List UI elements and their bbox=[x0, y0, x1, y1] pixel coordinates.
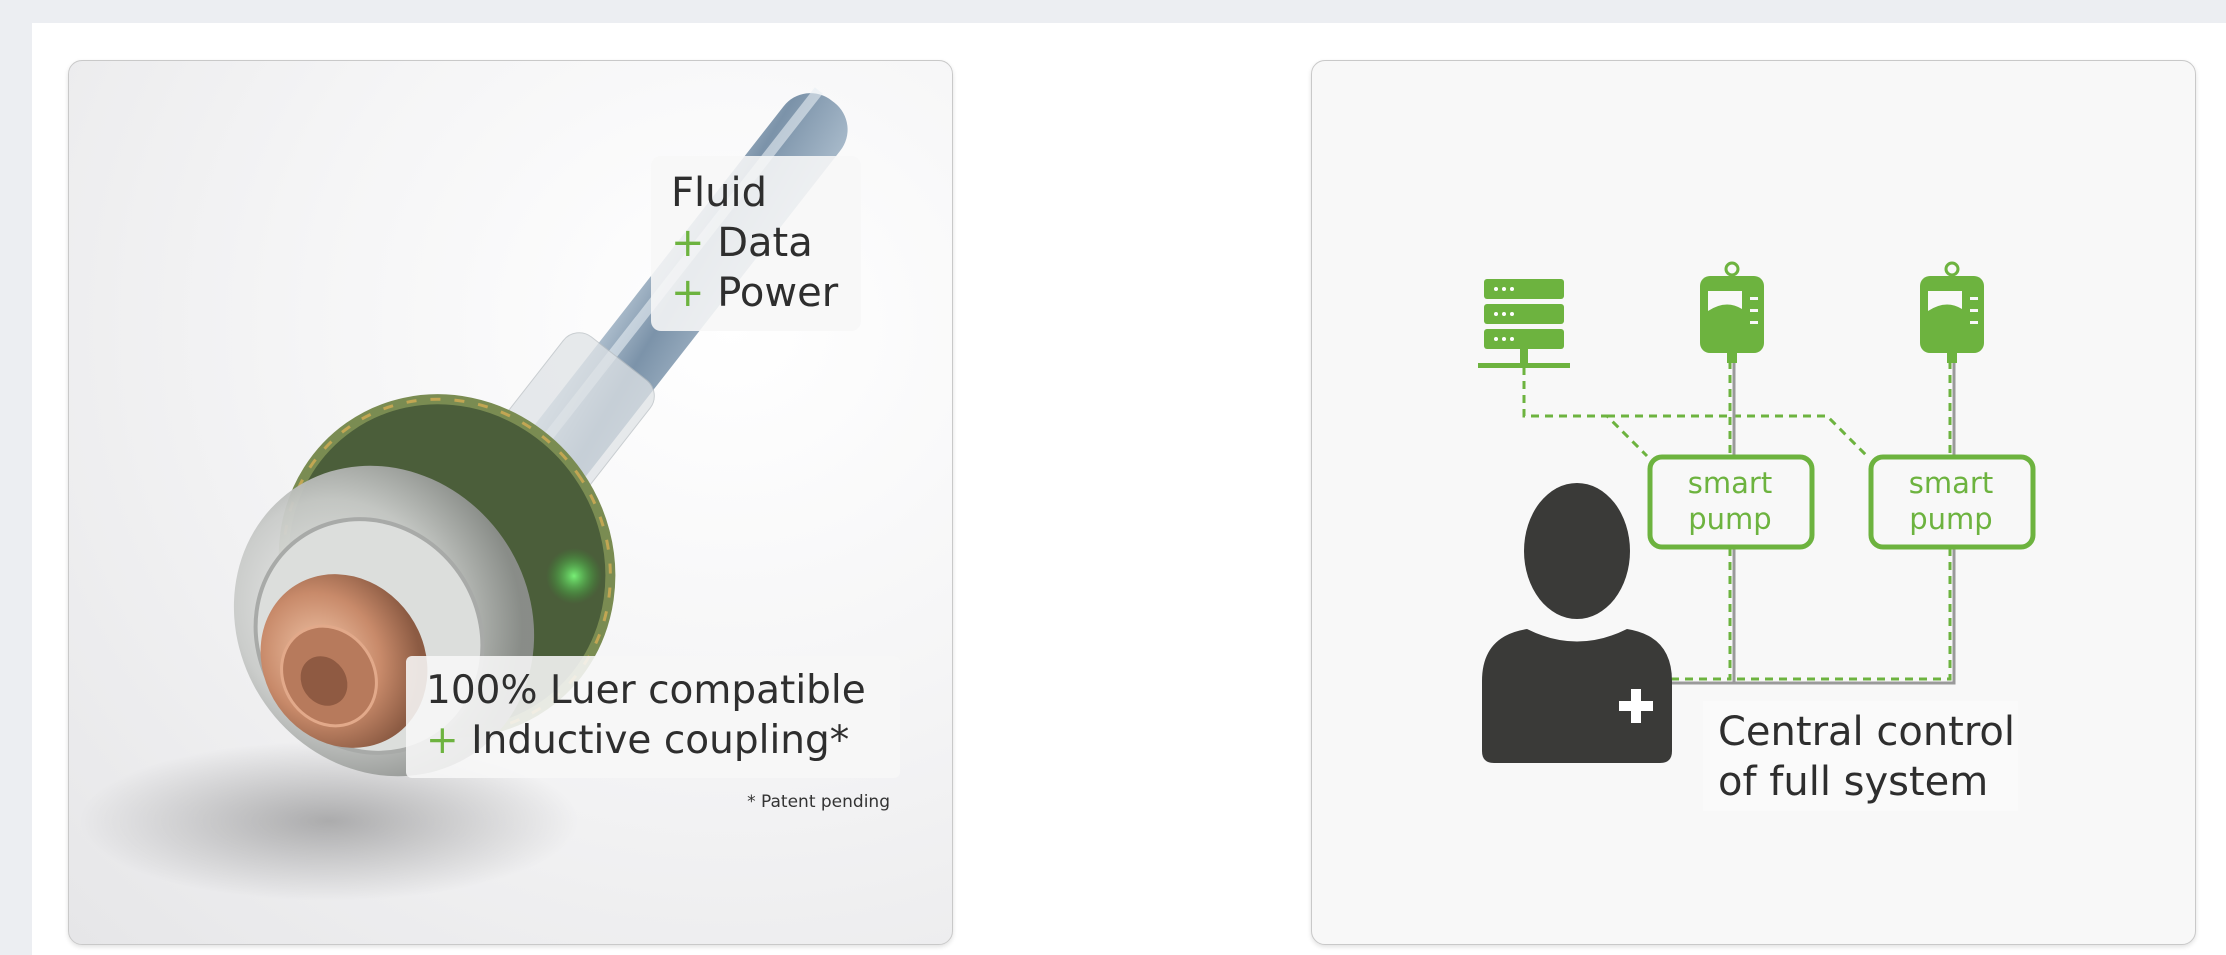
inductive-line: + Inductive coupling* bbox=[426, 716, 849, 766]
smart-pump-label: smart pump bbox=[1871, 465, 2031, 537]
patent-footnote: * Patent pending bbox=[747, 792, 890, 812]
caption-line-1: Central control bbox=[1718, 709, 2016, 755]
inductive-text: Inductive coupling* bbox=[471, 718, 850, 763]
smart-pump-label: smart pump bbox=[1650, 465, 1810, 537]
plus-sign: + bbox=[671, 220, 705, 266]
clinician-icon bbox=[1482, 483, 1672, 763]
iv-bag-icon bbox=[1920, 261, 1984, 363]
fluid-data-power-label: Fluid + Data + Power bbox=[651, 156, 861, 331]
pump-line-2: pump bbox=[1688, 502, 1772, 536]
pump-line-1: smart bbox=[1687, 466, 1773, 500]
plus-sign: + bbox=[671, 270, 705, 316]
pump-line-1: smart bbox=[1908, 466, 1994, 500]
luer-line: 100% Luer compatible bbox=[426, 668, 866, 713]
power-text: Power bbox=[717, 270, 839, 316]
central-control-caption: Central control of full system bbox=[1703, 701, 2018, 811]
luer-compatible-label: 100% Luer compatible + Inductive couplin… bbox=[406, 656, 900, 778]
pump-line-2: pump bbox=[1909, 502, 1993, 536]
caption-line-2: of full system bbox=[1718, 759, 1989, 805]
system-diagram-card: smart pump smart pump Central control of… bbox=[1311, 60, 2196, 945]
plus-sign: + bbox=[426, 718, 459, 763]
fluid-line: Fluid bbox=[671, 170, 767, 216]
data-line: + Data bbox=[671, 218, 813, 268]
content-area: Fluid + Data + Power 100% Luer compatibl… bbox=[32, 23, 2226, 955]
data-text: Data bbox=[717, 220, 813, 266]
connector-image-card: Fluid + Data + Power 100% Luer compatibl… bbox=[68, 60, 953, 945]
iv-bag-icon bbox=[1700, 261, 1764, 363]
server-icon bbox=[1478, 279, 1570, 368]
power-line: + Power bbox=[671, 268, 838, 318]
